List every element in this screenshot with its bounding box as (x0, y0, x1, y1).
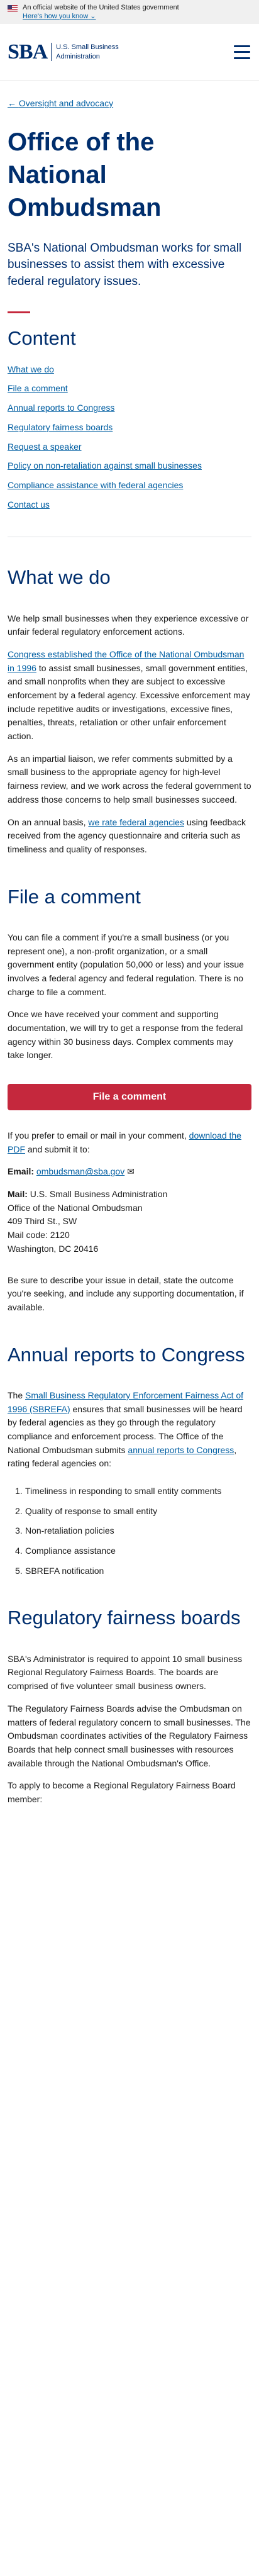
file-p3: If you prefer to email or mail in your c… (8, 1130, 241, 1154)
fairness-boards-heading: Regulatory fairness boards (8, 1607, 241, 1629)
rating-criteria-list: 1. Timeliness in responding to small enti… (8, 1485, 251, 1578)
what-we-do-section: What we do We help small businesses when… (8, 565, 251, 856)
official-text: An official website of the United States… (23, 4, 179, 11)
toc-link-compliance[interactable]: Compliance assistance with federal agenc… (8, 480, 183, 490)
sba-logo[interactable]: SBA U.S. Small Business Administration (8, 40, 119, 64)
list-item: 1. Timeliness in responding to small enti… (15, 1486, 222, 1497)
annual-reports-link[interactable]: annual reports to Congress (128, 1445, 234, 1455)
gov-banner: An official website of the United States… (0, 0, 259, 24)
toc-link-non-retaliation[interactable]: Policy on non-retaliation against small … (8, 460, 202, 471)
mail-address: Mail: U.S. Small Business Administration… (8, 1189, 168, 1254)
page-title: Office of the National Ombudsman (8, 128, 162, 221)
list-item: 2. Quality of response to small entity (15, 1505, 158, 1516)
boards-p1: SBA's Administrator is required to appoi… (8, 1653, 243, 1692)
logo-text: U.S. Small Business Administration (51, 43, 119, 61)
list-item: 5. SBREFA notification (15, 1565, 104, 1576)
list-item: 3. Non-retaliation policies (15, 1525, 114, 1536)
breadcrumb-back-link[interactable]: ← Oversight and advocacy (8, 97, 251, 111)
email-line: Email: ombudsman@sba.gov ✉ (8, 1166, 135, 1177)
toc-link-file-a-comment[interactable]: File a comment (8, 383, 68, 393)
file-comment-button[interactable]: File a comment (8, 1084, 251, 1111)
logo-mark: SBA (8, 40, 48, 64)
toc-link-annual-reports[interactable]: Annual reports to Congress (8, 403, 114, 413)
annual-reports-heading: Annual reports to Congress (8, 1343, 245, 1366)
accent-rule (8, 311, 30, 314)
what-p1: We help small businesses when they exper… (8, 613, 249, 637)
toc-link-contact[interactable]: Contact us (8, 499, 50, 510)
what-p3: As an impartial liaison, we refer commen… (8, 753, 251, 805)
file-comment-heading: File a comment (8, 885, 141, 908)
what-p4: On an annual basis, we rate federal agen… (8, 817, 246, 854)
hamburger-menu-icon[interactable] (234, 45, 250, 59)
page-lead: SBA's National Ombudsman works for small… (8, 241, 242, 288)
toc-heading: Content (8, 327, 76, 350)
boards-p2: The Regulatory Fairness Boards advise th… (8, 1703, 251, 1768)
file-comment-section: File a comment You can file a comment if… (8, 884, 251, 1315)
heres-how-you-know-link[interactable]: Here's how you know ⌄ (23, 13, 179, 21)
toc-link-request-speaker[interactable]: Request a speaker (8, 442, 82, 452)
annual-reports-section: Annual reports to Congress The Small Bus… (8, 1342, 251, 1578)
email-icon: ✉ (127, 1166, 135, 1177)
list-item: 4. Compliance assistance (15, 1546, 116, 1556)
file-p4: Be sure to describe your issue in detail… (8, 1274, 244, 1312)
what-p2: Congress established the Office of the N… (8, 649, 250, 742)
toc-link-regulatory-boards[interactable]: Regulatory fairness boards (8, 422, 113, 432)
fairness-boards-section: Regulatory fairness boards SBA's Adminis… (8, 1605, 251, 1806)
file-p1: You can file a comment if you're a small… (8, 932, 244, 997)
chevron-down-icon: ⌄ (90, 12, 96, 20)
site-header: SBA U.S. Small Business Administration (0, 24, 259, 81)
reports-p1: The Small Business Regulatory Enforcemen… (8, 1390, 244, 1469)
boards-p3: To apply to become a Regional Regulatory… (8, 1780, 236, 1804)
email-link[interactable]: ombudsman@sba.gov (36, 1166, 124, 1176)
arrow-left-icon: ← (8, 98, 19, 108)
file-p2: Once we have received your comment and s… (8, 1009, 243, 1061)
toc-link-what-we-do[interactable]: What we do (8, 364, 54, 374)
table-of-contents: What we do File a comment Annual reports… (8, 363, 251, 512)
us-flag-icon (8, 5, 18, 12)
what-we-do-heading: What we do (8, 566, 111, 589)
rate-agencies-link[interactable]: we rate federal agencies (88, 817, 184, 827)
